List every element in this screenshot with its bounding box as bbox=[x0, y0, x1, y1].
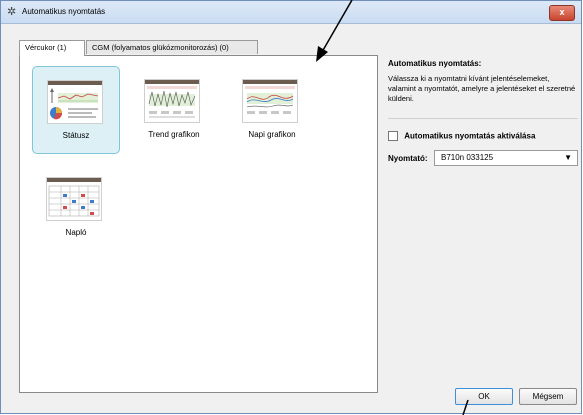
top-arrow-head bbox=[316, 46, 328, 62]
top-arrow-line bbox=[321, 0, 353, 53]
tab-blood-glucose[interactable]: Vércukor (1) bbox=[19, 40, 85, 56]
bottom-arrow-line bbox=[462, 399, 469, 415]
annotation-arrows bbox=[316, 0, 469, 415]
tab-blood-glucose-label: Vércukor (1) bbox=[25, 43, 67, 52]
